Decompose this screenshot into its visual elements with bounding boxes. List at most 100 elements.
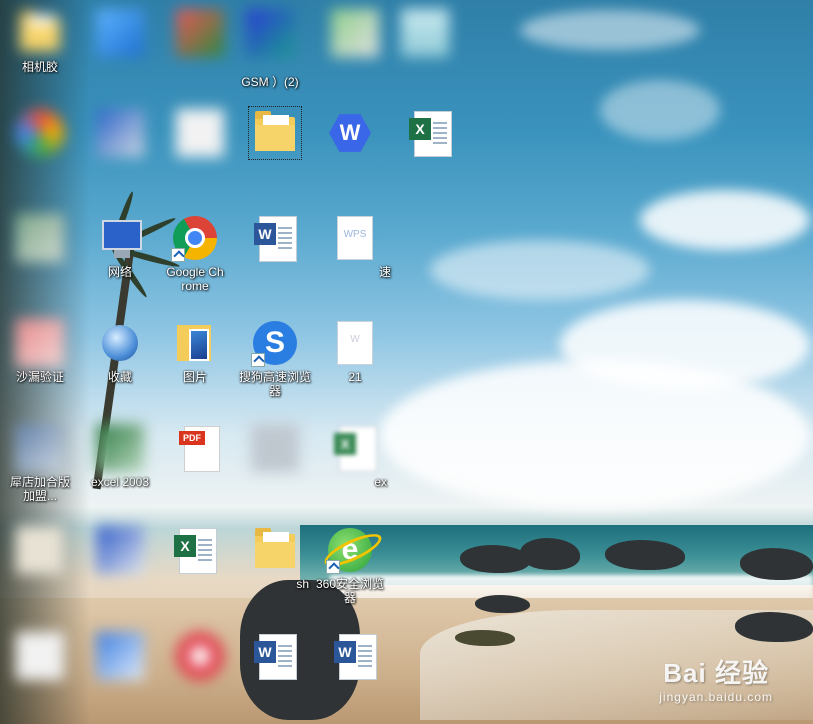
app-icon — [16, 214, 64, 262]
excel-icon: X — [171, 526, 219, 574]
desktop-icon-word-doc[interactable]: W — [315, 628, 395, 718]
desktop-icon[interactable] — [315, 5, 395, 95]
baidu-jingyan-watermark: Bai 经验 jingyan.baidu.com — [659, 653, 773, 704]
desktop-icon[interactable]: 沙漏验证 — [0, 315, 80, 405]
icon-label: 沙漏验证 — [15, 370, 64, 384]
desktop-icon[interactable] — [80, 5, 160, 95]
icon-label: 相机胶 — [21, 60, 58, 74]
cloud — [600, 80, 720, 140]
icon-label: 图片 — [182, 370, 207, 384]
watermark-logo-text: Bai 经验 — [663, 658, 769, 688]
desktop-icon-music[interactable] — [160, 628, 240, 718]
desktop-icon[interactable] — [0, 105, 80, 195]
document-icon: X — [331, 424, 379, 472]
icon-label: 360安全浏览器 — [315, 577, 385, 605]
favorites-icon — [96, 319, 144, 367]
app-icon — [401, 9, 449, 57]
desktop-icon-wps-office[interactable]: W — [310, 105, 390, 195]
cloud — [430, 240, 650, 300]
desktop-icon-pictures[interactable]: 图片 — [155, 315, 235, 405]
icon-label: sh — [296, 577, 309, 591]
watermark-url: jingyan.baidu.com — [659, 690, 773, 704]
desktop-icon-favorites[interactable]: 收藏 — [80, 315, 160, 405]
folder-icon — [16, 9, 64, 57]
desktop-icon-wps-doc[interactable]: WPS 速 — [315, 210, 395, 300]
app-icon — [16, 109, 64, 157]
document-icon — [16, 632, 64, 680]
word-icon: W — [331, 632, 379, 680]
360-browser-icon: e — [326, 526, 374, 574]
desktop-icon[interactable] — [160, 105, 240, 195]
desktop-icon-360-browser[interactable]: e 360安全浏览器 — [310, 522, 390, 612]
desktop-icon-document[interactable]: X ex — [315, 420, 395, 510]
desktop-icon-selected-folder[interactable] — [235, 105, 315, 195]
desktop-icon-excel[interactable]: X — [390, 105, 470, 195]
document-icon — [176, 109, 224, 157]
shortcut-arrow-icon — [251, 353, 265, 367]
desktop-icon-folder[interactable]: sh — [235, 522, 315, 612]
desktop-icon[interactable]: GSM ）(2) — [230, 5, 310, 95]
rock — [475, 595, 530, 613]
icon-label: 网络 — [107, 265, 132, 279]
icon-label: excel 2003 — [90, 475, 150, 489]
wps-office-icon: W — [326, 109, 374, 157]
shortcut-arrow-icon — [326, 560, 340, 574]
icon-label: 搜狗高速浏览器 — [238, 370, 311, 398]
app-icon — [251, 424, 299, 472]
music-icon — [176, 632, 224, 680]
rock — [455, 630, 515, 646]
icon-label: Google Chrome — [166, 265, 224, 293]
chrome-icon — [171, 214, 219, 262]
pdf-icon: PDF — [176, 424, 224, 472]
desktop-icon-word-doc[interactable]: W — [235, 210, 315, 300]
icon-label: 收藏 — [107, 370, 132, 384]
app-icon — [16, 424, 64, 472]
desktop-icon-network[interactable]: 网络 — [80, 210, 160, 300]
desktop-icon-sogou-browser[interactable]: S 搜狗高速浏览器 — [235, 315, 315, 405]
rock — [740, 548, 813, 580]
sogou-browser-icon: S — [251, 319, 299, 367]
word-icon: W — [251, 214, 299, 262]
icon-label: 犀店加合版加盟... — [9, 475, 70, 503]
desktop-icon[interactable] — [80, 522, 160, 612]
desktop-icon-camera-roll[interactable]: 相机胶 — [0, 5, 80, 95]
app-icon — [96, 109, 144, 157]
desktop-icon-word-doc[interactable]: W — [235, 628, 315, 718]
photos-folder-icon — [171, 319, 219, 367]
rock — [520, 538, 580, 570]
wps-doc-icon: WPS — [331, 214, 379, 262]
icon-label: 速 — [378, 265, 391, 279]
desktop-icon[interactable] — [235, 420, 315, 510]
desktop-icon[interactable]: 犀店加合版加盟... — [0, 420, 80, 510]
icon-label: ex — [374, 475, 387, 489]
app-icon — [96, 632, 144, 680]
app-icon — [16, 319, 64, 367]
desktop-icon[interactable] — [80, 628, 160, 718]
network-icon — [96, 214, 144, 262]
desktop-icon-excel[interactable]: X — [155, 522, 235, 612]
app-icon — [16, 526, 64, 574]
desktop-icon[interactable] — [0, 522, 80, 612]
desktop-icon[interactable] — [80, 105, 160, 195]
desktop-icon-pdf[interactable]: PDF — [160, 420, 240, 510]
icon-label: GSM ）(2) — [241, 75, 299, 89]
desktop-icon[interactable] — [160, 5, 240, 95]
app-icon — [246, 9, 294, 57]
desktop-icon[interactable] — [385, 5, 465, 95]
document-icon: W — [331, 319, 379, 367]
app-icon — [96, 9, 144, 57]
icon-label: 21 — [348, 370, 362, 384]
excel-icon: X — [406, 109, 454, 157]
desktop-icon[interactable] — [0, 210, 80, 300]
desktop-icon[interactable] — [0, 628, 80, 718]
rock — [605, 540, 685, 570]
desktop-icon-document[interactable]: W 21 — [315, 315, 395, 405]
desktop-icon-excel[interactable]: excel 2003 — [80, 420, 160, 510]
desktop-icon-google-chrome[interactable]: Google Chrome — [155, 210, 235, 300]
app-icon — [96, 526, 144, 574]
cloud — [380, 360, 810, 510]
cloud — [520, 10, 700, 50]
folder-icon — [248, 106, 302, 160]
app-icon — [176, 9, 224, 57]
app-icon — [331, 9, 379, 57]
